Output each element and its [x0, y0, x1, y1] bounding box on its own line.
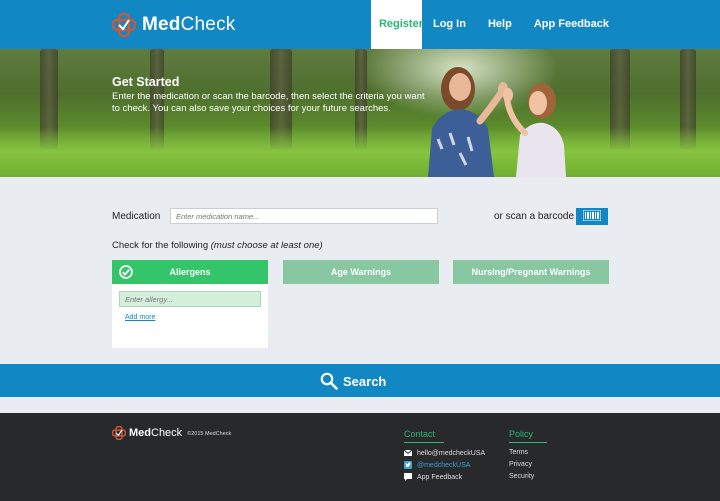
footer-feedback-text: App Feedback [417, 473, 463, 481]
footer: MedCheck ©2015 MedCheck Contact hello@me… [0, 413, 720, 501]
footer-copyright: ©2015 MedCheck [187, 431, 232, 437]
barcode-icon [582, 209, 602, 222]
search-button-label: Search [343, 373, 387, 389]
nav-register[interactable]: Register [370, 0, 423, 49]
footer-twitter-text: @medcheckUSA [417, 461, 471, 469]
search-button-content: Search [320, 372, 386, 390]
nav-login[interactable]: Log In [422, 0, 477, 49]
footer-contact-title: Contact [404, 429, 444, 443]
allergy-input[interactable] [119, 291, 261, 307]
checkmark-circle-icon [119, 265, 133, 279]
add-more-link[interactable]: Add more [125, 314, 155, 321]
check-criteria-label: Check for the following (must choose at … [112, 240, 323, 251]
medication-label: Medication [112, 211, 161, 222]
footer-terms-text: Terms [509, 449, 529, 456]
nav-app-feedback[interactable]: App Feedback [523, 0, 620, 49]
footer-brand: MedCheck ©2015 MedCheck [112, 426, 231, 440]
tab-age-warnings-label: Age Warnings [330, 267, 392, 277]
footer-privacy-text: Privacy [509, 461, 532, 468]
footer-twitter[interactable]: @medcheckUSA [404, 461, 470, 469]
main-nav: Register Log In Help App Feedback [370, 0, 620, 49]
hero-photo-woman-and-girl [428, 67, 566, 177]
footer-policy-title: Policy [509, 429, 547, 443]
footer-terms-link[interactable]: Terms [509, 449, 528, 456]
tab-nursing-pregnant-warnings[interactable]: Nursing/Pregnant Warnings [453, 260, 609, 284]
hero-text: Get Started Enter the medication or scan… [112, 75, 432, 115]
twitter-icon [404, 461, 412, 469]
hero-grass [0, 127, 720, 177]
tab-age-warnings[interactable]: Age Warnings [283, 260, 439, 284]
check-criteria-note: (must choose at least one) [210, 240, 323, 251]
hero-title: Get Started [112, 75, 180, 89]
tab-allergens[interactable]: Allergens [112, 260, 268, 284]
footer-brand-name: MedCheck [129, 427, 183, 439]
check-criteria-text: Check for the following [112, 240, 209, 251]
brand-name: MedCheck [142, 14, 236, 35]
medcheck-logo-icon [112, 13, 136, 37]
footer-email[interactable]: hello@medcheckUSA [404, 449, 485, 457]
tab-nursing-label: Nursing/Pregnant Warnings [471, 267, 591, 277]
search-icon [320, 372, 338, 390]
envelope-icon [404, 449, 412, 456]
medication-input[interactable] [170, 208, 438, 224]
hero-description: Enter the medication or scan the barcode… [112, 91, 425, 114]
allergy-panel: Add more [112, 284, 268, 348]
footer-security-link[interactable]: Security [509, 473, 534, 480]
footer-privacy-link[interactable]: Privacy [509, 461, 532, 468]
top-nav-bar: MedCheck Register Log In Help App Feedba… [0, 0, 720, 49]
medcheck-logo-icon [112, 426, 126, 440]
scan-barcode-button[interactable] [576, 208, 608, 225]
footer-app-feedback[interactable]: App Feedback [404, 473, 462, 481]
tab-allergens-label: Allergens [169, 267, 211, 277]
footer-email-text: hello@medcheckUSA [417, 449, 486, 457]
brand-logo-link[interactable]: MedCheck [112, 12, 235, 38]
search-button[interactable]: Search [0, 364, 720, 397]
speech-bubble-icon [404, 473, 412, 481]
scan-barcode-label: or scan a barcode [494, 211, 575, 222]
footer-security-text: Security [509, 473, 535, 480]
nav-help[interactable]: Help [477, 0, 523, 49]
hero-banner: Get Started Enter the medication or scan… [0, 49, 720, 177]
